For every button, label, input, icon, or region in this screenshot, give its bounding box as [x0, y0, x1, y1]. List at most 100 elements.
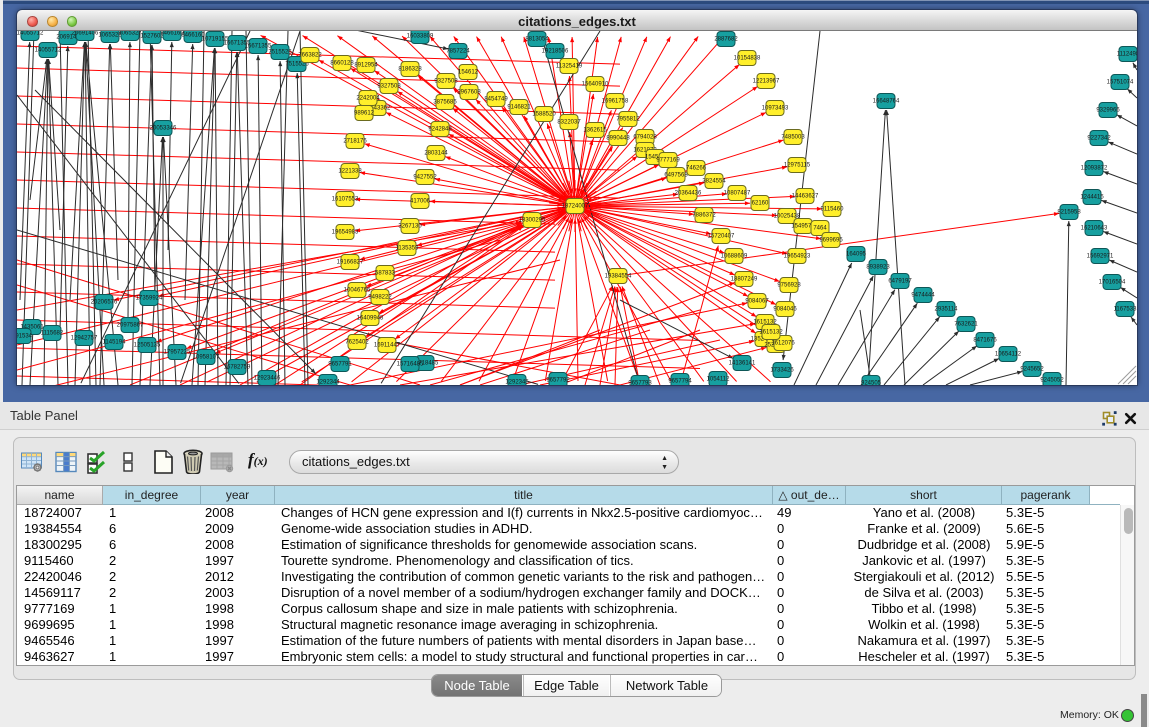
svg-text:1221338: 1221338	[338, 169, 362, 175]
svg-text:924505: 924505	[861, 381, 882, 386]
svg-text:3875685: 3875685	[433, 100, 457, 106]
svg-text:17016504: 17016504	[1099, 280, 1126, 286]
svg-text:7663822: 7663822	[298, 53, 322, 59]
svg-text:9756928: 9756928	[777, 283, 801, 289]
svg-text:9084067: 9084067	[745, 299, 769, 305]
svg-text:8454749: 8454749	[484, 97, 508, 103]
svg-text:1167533: 1167533	[1114, 307, 1137, 313]
svg-text:417006: 417006	[410, 199, 431, 205]
svg-text:9657794: 9657794	[668, 379, 692, 385]
svg-text:7515526: 7515526	[268, 50, 292, 56]
svg-text:1065327: 1065327	[118, 31, 142, 37]
svg-text:12213967: 12213967	[753, 79, 780, 85]
svg-text:3824554: 3824554	[702, 179, 726, 185]
svg-text:19218506: 19218506	[542, 49, 569, 55]
svg-text:17359924: 17359924	[136, 296, 163, 302]
svg-text:8322037: 8322037	[557, 120, 581, 126]
svg-text:20053346: 20053346	[150, 126, 177, 132]
svg-text:1145194: 1145194	[103, 340, 127, 346]
svg-text:20364436: 20364436	[675, 191, 702, 197]
svg-text:20691406: 20691406	[72, 31, 99, 37]
svg-text:10154838: 10154838	[734, 56, 761, 62]
svg-text:19654983: 19654983	[332, 230, 359, 236]
svg-text:20975867: 20975867	[117, 323, 144, 329]
svg-text:9657791: 9657791	[328, 362, 352, 368]
svg-text:62160: 62160	[752, 201, 769, 207]
svg-text:6497568: 6497568	[664, 173, 688, 179]
svg-text:12942757: 12942757	[71, 336, 98, 342]
svg-text:16107553: 16107553	[332, 197, 359, 203]
svg-text:9227342: 9227342	[1087, 136, 1111, 142]
svg-text:1115682: 1115682	[41, 331, 64, 337]
svg-text:1292344: 1292344	[316, 380, 340, 386]
svg-text:391534: 391534	[17, 334, 33, 340]
svg-text:8938923: 8938923	[866, 265, 890, 271]
svg-text:164095: 164095	[846, 252, 867, 258]
svg-text:6479197: 6479197	[888, 279, 912, 285]
svg-text:10046766: 10046766	[344, 288, 371, 294]
svg-text:9699695: 9699695	[819, 238, 843, 244]
svg-text:12505135: 12505135	[134, 343, 161, 349]
svg-text:746266: 746266	[686, 166, 707, 172]
svg-text:10958107: 10958107	[193, 355, 220, 361]
svg-text:6794028: 6794028	[633, 135, 657, 141]
svg-text:8215958: 8215958	[1057, 210, 1081, 216]
svg-text:2803144: 2803144	[424, 151, 448, 157]
svg-text:16409948: 16409948	[357, 316, 384, 322]
svg-text:9498222: 9498222	[368, 295, 392, 301]
svg-text:14463627: 14463627	[792, 194, 819, 200]
svg-text:1112498: 1112498	[1117, 52, 1137, 58]
svg-text:1135359: 1135359	[396, 246, 420, 252]
svg-text:10654112: 10654112	[995, 352, 1022, 358]
svg-text:16961758: 16961758	[602, 99, 629, 105]
svg-text:1244415: 1244415	[1080, 195, 1104, 201]
svg-text:8186328: 8186328	[398, 67, 422, 73]
svg-text:15751074: 15751074	[1107, 80, 1134, 86]
svg-text:7632621: 7632621	[954, 322, 978, 328]
svg-text:9657793: 9657793	[628, 381, 652, 386]
svg-text:12093872: 12093872	[1081, 166, 1108, 172]
svg-text:16033809: 16033809	[407, 34, 434, 40]
svg-text:2887682: 2887682	[714, 37, 738, 43]
svg-text:15716485: 15716485	[397, 362, 424, 368]
svg-text:9329966: 9329966	[1096, 108, 1120, 114]
svg-text:10688609: 10688609	[721, 254, 748, 260]
svg-text:9474444: 9474444	[911, 293, 935, 299]
svg-text:19384554: 19384554	[605, 274, 632, 280]
svg-text:9657792: 9657792	[546, 378, 570, 384]
svg-text:18300295: 18300295	[519, 218, 546, 224]
svg-text:9327508: 9327508	[377, 84, 401, 90]
svg-text:16210643: 16210643	[1081, 226, 1108, 232]
svg-text:7625402: 7625402	[345, 340, 369, 346]
svg-text:3267130: 3267130	[398, 224, 422, 230]
svg-text:16648764: 16648764	[873, 99, 900, 105]
svg-text:10973493: 10973493	[762, 106, 789, 112]
svg-text:1362615: 1362615	[583, 128, 607, 134]
svg-text:14055712: 14055712	[17, 31, 44, 37]
svg-text:16782759: 16782759	[224, 365, 251, 371]
svg-text:16911447: 16911447	[374, 343, 401, 349]
svg-text:8912954: 8912954	[354, 63, 378, 69]
svg-text:15720407: 15720407	[708, 234, 735, 240]
svg-text:8471676: 8471676	[973, 338, 997, 344]
svg-text:10807487: 10807487	[724, 191, 751, 197]
svg-text:11325419: 11325419	[556, 64, 583, 70]
svg-text:8813054: 8813054	[525, 37, 549, 43]
svg-text:15692971: 15692971	[1087, 254, 1114, 260]
svg-text:12975115: 12975115	[784, 163, 811, 169]
svg-text:2967608: 2967608	[457, 90, 481, 96]
svg-text:2935114: 2935114	[935, 307, 959, 313]
svg-text:9242848: 9242848	[428, 127, 452, 133]
svg-text:18724007: 18724007	[562, 204, 589, 210]
svg-text:1733426: 1733426	[770, 368, 794, 374]
svg-text:8990448: 8990448	[606, 136, 630, 142]
svg-text:1054112: 1054112	[707, 377, 731, 383]
svg-text:2718176: 2718176	[343, 139, 367, 145]
svg-text:14055712: 14055712	[35, 48, 62, 54]
svg-text:14136141: 14136141	[729, 361, 756, 367]
svg-text:1615132: 1615132	[759, 330, 783, 336]
svg-text:8660128: 8660128	[330, 61, 354, 67]
svg-text:7464: 7464	[813, 226, 827, 232]
svg-text:154612: 154612	[458, 70, 479, 76]
svg-text:15640910: 15640910	[582, 82, 609, 88]
